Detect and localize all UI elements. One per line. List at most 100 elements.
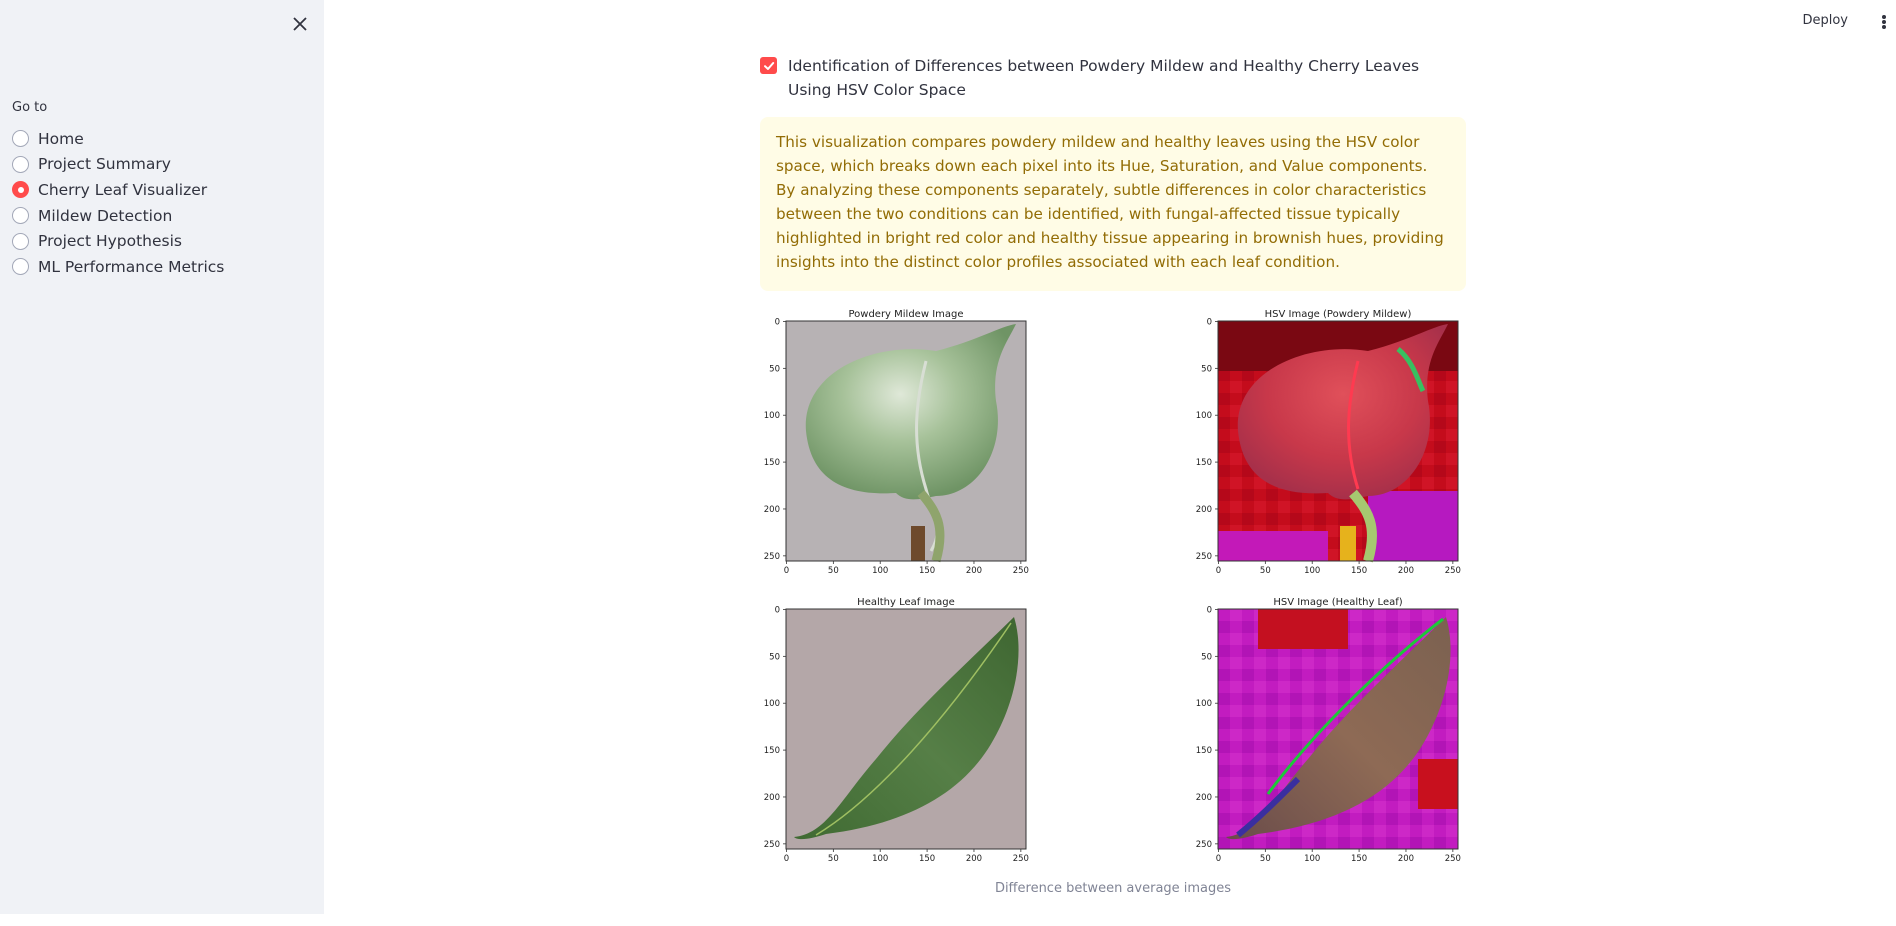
nav-radio-project-summary[interactable]: Project Summary: [12, 152, 224, 178]
y-tick-label: 100: [764, 411, 780, 421]
nav-radio-label: Project Summary: [38, 155, 171, 174]
stem-base: [911, 526, 925, 561]
panel-image: [786, 609, 1026, 849]
x-tick-label: 200: [1398, 854, 1414, 864]
nav-radio-label: Project Hypothesis: [38, 232, 183, 251]
stem-base: [1340, 526, 1356, 561]
y-tick-label: 0: [775, 317, 780, 327]
y-tick-label: 200: [1196, 505, 1212, 515]
y-tick-label: 50: [1201, 652, 1212, 662]
panel-title: HSV Image (Powdery Mildew): [1265, 309, 1412, 320]
x-tick-label: 100: [1304, 566, 1320, 576]
y-tick-label: 150: [1196, 458, 1212, 468]
y-tick-label: 150: [764, 458, 780, 468]
x-tick-label: 100: [872, 566, 888, 576]
checkbox-checked-icon[interactable]: [760, 57, 777, 74]
nav-radio-label: Mildew Detection: [38, 206, 173, 225]
x-tick-label: 250: [1013, 854, 1029, 864]
figure-caption: Difference between average images: [994, 881, 1232, 896]
radio-unselected-icon[interactable]: [12, 207, 29, 225]
red-patch: [1418, 759, 1458, 809]
nav-radio-label: Cherry Leaf Visualizer: [38, 180, 208, 199]
y-tick-label: 100: [764, 699, 780, 709]
nav-radio-label: ML Performance Metrics: [38, 257, 225, 276]
goto-label: Go to: [12, 100, 48, 115]
x-tick-label: 0: [1216, 854, 1221, 864]
panel-title: Healthy Leaf Image: [857, 597, 955, 608]
x-tick-label: 50: [828, 854, 839, 864]
deploy-button[interactable]: Deploy: [1802, 13, 1848, 28]
magenta-patch: [1218, 531, 1328, 561]
app-header: Deploy: [324, 0, 1896, 44]
x-tick-label: 50: [828, 566, 839, 576]
y-tick-label: 50: [1201, 364, 1212, 374]
nav-radio-project-hypothesis[interactable]: Project Hypothesis: [12, 228, 224, 254]
y-tick-label: 100: [1196, 699, 1212, 709]
panel-image: [1218, 609, 1458, 849]
x-tick-label: 150: [1351, 854, 1367, 864]
y-tick-label: 200: [764, 793, 780, 803]
x-tick-label: 200: [1398, 566, 1414, 576]
y-tick-label: 250: [764, 840, 780, 850]
figure-panel-4: HSV Image (Healthy Leaf) 0 50 100 150 200 250 0…: [1196, 597, 1461, 864]
close-sidebar-button[interactable]: [290, 14, 310, 34]
x-tick-label: 150: [919, 854, 935, 864]
x-tick-label: 50: [1260, 854, 1271, 864]
x-tick-label: 250: [1445, 566, 1461, 576]
radio-selected-icon[interactable]: [12, 181, 29, 199]
nav-radio-mildew-detection[interactable]: Mildew Detection: [12, 203, 224, 229]
x-tick-label: 100: [1304, 854, 1320, 864]
y-tick-label: 0: [775, 605, 780, 615]
y-tick-label: 200: [764, 505, 780, 515]
x-tick-label: 0: [1216, 566, 1221, 576]
y-tick-label: 250: [1196, 552, 1212, 562]
y-tick-label: 0: [1207, 317, 1212, 327]
info-text: This visualization compares powdery mild…: [776, 133, 1444, 271]
radio-unselected-icon[interactable]: [12, 258, 29, 276]
figure-panel-3: Healthy Leaf Image 0 50 100 150 200 250 0 50 100 1…: [764, 597, 1029, 864]
y-tick-label: 250: [764, 552, 780, 562]
x-tick-label: 150: [1351, 566, 1367, 576]
x-tick-label: 0: [784, 854, 789, 864]
x-tick-label: 200: [966, 566, 982, 576]
radio-unselected-icon[interactable]: [12, 130, 29, 148]
y-tick-label: 150: [1196, 746, 1212, 756]
nav-radio-cherry-leaf-visualizer[interactable]: Cherry Leaf Visualizer: [12, 177, 224, 203]
red-patch: [1258, 609, 1348, 649]
panel-image: [786, 321, 1026, 563]
nav-radio-label: Home: [38, 129, 84, 148]
sidebar: Go to Home Project Summary Cherry Leaf Vis…: [0, 0, 324, 914]
y-tick-label: 200: [1196, 793, 1212, 803]
magenta-patch: [1368, 491, 1458, 561]
figure-panel-2: HSV Image (Powdery Mildew) 0 50 100 150 200 25…: [1196, 309, 1461, 576]
y-tick-label: 0: [1207, 605, 1212, 615]
main-content: Identification of Differences between Po…: [760, 54, 1466, 896]
y-tick-label: 100: [1196, 411, 1212, 421]
x-tick-label: 250: [1445, 854, 1461, 864]
figure-panel-1: Powdery Mildew Image 0 50 100 150 200 250 0 50 10…: [764, 309, 1029, 576]
panel-title: HSV Image (Healthy Leaf): [1273, 597, 1402, 608]
y-tick-label: 250: [1196, 840, 1212, 850]
checkbox-label: Identification of Differences between Po…: [788, 57, 1420, 99]
y-tick-label: 50: [769, 364, 780, 374]
y-tick-label: 50: [769, 652, 780, 662]
radio-unselected-icon[interactable]: [12, 232, 29, 250]
kebab-menu-icon[interactable]: [1880, 13, 1888, 31]
hsv-difference-checkbox[interactable]: Identification of Differences between Po…: [760, 54, 1466, 102]
x-tick-label: 50: [1260, 566, 1271, 576]
navigation-radio-group: Home Project Summary Cherry Leaf Visualize…: [12, 126, 224, 280]
nav-radio-ml-performance-metrics[interactable]: ML Performance Metrics: [12, 254, 224, 280]
nav-radio-home[interactable]: Home: [12, 126, 224, 152]
y-tick-label: 150: [764, 746, 780, 756]
x-tick-label: 150: [919, 566, 935, 576]
hsv-comparison-figure: Powdery Mildew Image 0 50 100 150 200 250 0 50 10…: [764, 309, 1461, 864]
panel-image: [1218, 321, 1458, 563]
panel-title: Powdery Mildew Image: [848, 309, 963, 320]
x-tick-label: 100: [872, 854, 888, 864]
radio-unselected-icon[interactable]: [12, 155, 29, 173]
close-icon: [293, 17, 307, 31]
info-alert: This visualization compares powdery mild…: [760, 117, 1466, 291]
x-tick-label: 200: [966, 854, 982, 864]
x-tick-label: 250: [1013, 566, 1029, 576]
x-tick-label: 0: [784, 566, 789, 576]
